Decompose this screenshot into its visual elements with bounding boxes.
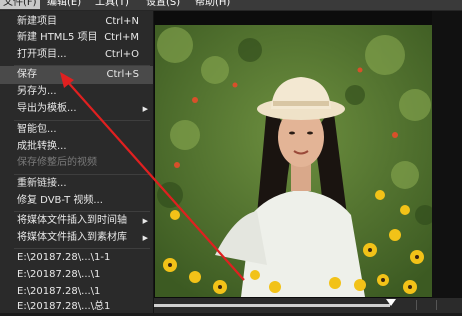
menu-item-label: 导出为模板... <box>17 103 77 114</box>
timeline-track[interactable] <box>150 304 390 307</box>
menu-item-open-project[interactable]: 打开项目... Ctrl+O <box>0 46 153 64</box>
preview-image <box>155 25 435 297</box>
menu-item-label: 将媒体文件插入到素材库 <box>17 232 127 243</box>
menu-item-save-trimmed-video: 保存修整后的视频 <box>0 154 153 172</box>
menu-item-label: 另存为... <box>17 86 57 97</box>
submenu-arrow-icon: ▶ <box>142 105 148 113</box>
file-menu-dropdown: 新建项目 Ctrl+N 新建 HTML5 项目 Ctrl+M 打开项目... C… <box>0 11 154 313</box>
menu-item-save-as[interactable]: 另存为... <box>0 83 153 101</box>
menu-settings[interactable]: 设置(S) <box>143 0 183 9</box>
menu-item-shortcut: Ctrl+S <box>106 69 139 80</box>
menu-item-label: 打开项目... <box>17 49 67 60</box>
menu-item-insert-library[interactable]: 将媒体文件插入到素材库 ▶ <box>0 229 153 247</box>
menu-file[interactable]: 文件(F) <box>0 0 40 9</box>
menu-item-new-html5-project[interactable]: 新建 HTML5 项目 Ctrl+M <box>0 29 153 47</box>
menu-help[interactable]: 帮助(H) <box>192 0 233 9</box>
menu-item-label: 保存 <box>17 69 37 80</box>
menu-edit[interactable]: 编辑(E) <box>44 0 84 9</box>
menu-item-label: 将媒体文件插入到时间轴 <box>17 215 127 226</box>
menu-item-recent-2[interactable]: E:\20187.28\...\1 <box>0 266 153 284</box>
menu-item-recent-4[interactable]: E:\20187.28\...\总1 <box>0 298 153 316</box>
menu-item-save[interactable]: 保存 Ctrl+S <box>0 66 153 84</box>
submenu-arrow-icon: ▶ <box>142 217 148 225</box>
menu-tools[interactable]: 工具(T) <box>92 0 132 9</box>
submenu-arrow-icon: ▶ <box>142 234 148 242</box>
preview-photo <box>155 25 435 297</box>
menu-item-label: E:\20187.28\...\1 <box>17 269 101 280</box>
menu-item-insert-timeline[interactable]: 将媒体文件插入到时间轴 ▶ <box>0 212 153 230</box>
trim-marker-out[interactable] <box>436 300 437 310</box>
menu-item-export-template[interactable]: 导出为模板... ▶ <box>0 100 153 118</box>
trim-marker-in[interactable] <box>416 300 417 310</box>
menu-item-repair-dvb[interactable]: 修复 DVB-T 视频... <box>0 192 153 210</box>
menu-item-label: 重新链接... <box>17 178 67 189</box>
menu-item-relink[interactable]: 重新链接... <box>0 175 153 193</box>
playhead-marker[interactable] <box>386 299 396 306</box>
menu-item-label: E:\20187.28\...\1-1 <box>17 252 111 263</box>
preview-side-strip <box>432 11 462 313</box>
menu-item-shortcut: Ctrl+M <box>104 32 139 43</box>
menu-item-label: 新建 HTML5 项目 <box>17 32 98 43</box>
menu-item-label: 保存修整后的视频 <box>17 157 97 168</box>
menu-item-label: 修复 DVB-T 视频... <box>17 195 103 206</box>
preview-panel <box>150 11 462 313</box>
menu-bar: 文件(F) 编辑(E) 工具(T) 设置(S) 帮助(H) <box>0 0 462 11</box>
menu-item-label: 智能包... <box>17 124 57 135</box>
menu-item-label: E:\20187.28\...\总1 <box>17 301 111 312</box>
menu-item-shortcut: Ctrl+O <box>104 49 139 60</box>
preview-timeline[interactable] <box>150 298 462 313</box>
menu-item-smart-package[interactable]: 智能包... <box>0 121 153 139</box>
menu-item-recent-1[interactable]: E:\20187.28\...\1-1 <box>0 249 153 267</box>
